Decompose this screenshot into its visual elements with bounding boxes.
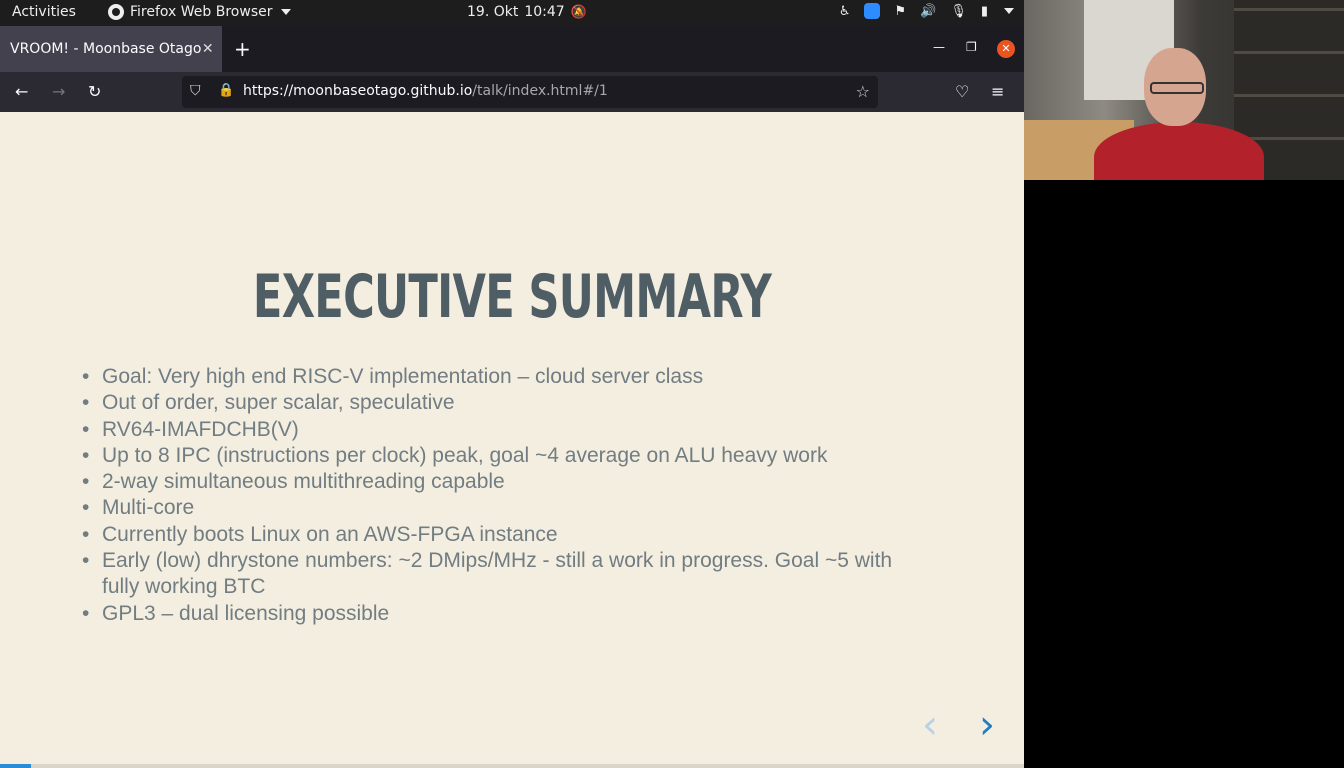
accessibility-icon[interactable]: ♿ bbox=[839, 4, 851, 19]
progress-fill bbox=[0, 764, 31, 768]
clock-date: 19. Okt bbox=[467, 4, 519, 20]
lock-icon[interactable]: 🔒 bbox=[218, 83, 234, 98]
firefox-icon bbox=[108, 4, 124, 20]
chevron-right-icon[interactable]: › bbox=[979, 702, 995, 748]
url-path: /talk/index.html#/1 bbox=[472, 83, 608, 99]
list-item: Currently boots Linux on an AWS-FPGA ins… bbox=[82, 522, 922, 549]
activities-button[interactable]: Activities bbox=[12, 4, 76, 20]
progress-bar bbox=[0, 764, 1024, 768]
system-tray[interactable]: ♿ ⚑ 🔊 🎙 ▮ bbox=[839, 3, 1014, 19]
star-icon[interactable]: ☆ bbox=[856, 82, 870, 101]
bell-off-icon: 🔕 bbox=[570, 4, 587, 20]
app-menu-label: Firefox Web Browser bbox=[130, 4, 273, 20]
forward-button[interactable]: → bbox=[52, 82, 65, 101]
list-item: 2-way simultaneous multithreading capabl… bbox=[82, 469, 922, 496]
navigation-toolbar: ← → ↻ ⛉ 🔒 https://moonbaseotago.github.i… bbox=[0, 72, 1024, 112]
list-item: Multi-core bbox=[82, 495, 922, 522]
clock[interactable]: 19. Okt 10:47 🔕 bbox=[467, 4, 587, 20]
webcam-presenter bbox=[1094, 40, 1264, 180]
app-menu[interactable]: Firefox Web Browser bbox=[108, 4, 291, 20]
clock-time: 10:47 bbox=[524, 4, 565, 20]
pocket-icon[interactable]: ♡ bbox=[955, 82, 969, 101]
shield-icon[interactable]: ⛉ bbox=[190, 83, 201, 99]
address-bar[interactable]: ⛉ 🔒 https://moonbaseotago.github.io/talk… bbox=[182, 76, 878, 108]
close-window-button[interactable]: ✕ bbox=[997, 40, 1015, 58]
tab-title: VROOM! - Moonbase Otago bbox=[10, 41, 202, 57]
back-button[interactable]: ← bbox=[15, 82, 28, 101]
list-item: GPL3 – dual licensing possible bbox=[82, 601, 922, 628]
tab-bar: VROOM! - Moonbase Otago ✕ + — ❐ ✕ bbox=[0, 26, 1024, 72]
maximize-button[interactable]: ❐ bbox=[966, 40, 977, 54]
presentation-slide: EXECUTIVE SUMMARY Goal: Very high end RI… bbox=[0, 112, 1024, 768]
minimize-button[interactable]: — bbox=[933, 40, 945, 54]
list-item: Goal: Very high end RISC-V implementatio… bbox=[82, 364, 922, 391]
list-item: Up to 8 IPC (instructions per clock) pea… bbox=[82, 443, 922, 470]
bullet-list: Goal: Very high end RISC-V implementatio… bbox=[82, 364, 922, 628]
list-item: Early (low) dhrystone numbers: ~2 DMips/… bbox=[82, 548, 922, 601]
network-icon[interactable]: ⚑ bbox=[894, 4, 906, 19]
system-menu-chevron-icon[interactable] bbox=[1004, 8, 1014, 14]
mic-icon[interactable]: 🎙 bbox=[950, 4, 967, 19]
system-top-bar: Activities Firefox Web Browser 19. Okt 1… bbox=[0, 0, 1024, 26]
chevron-down-icon bbox=[280, 9, 291, 15]
url-domain: https://moonbaseotago.github.io bbox=[243, 83, 473, 99]
chevron-left-icon[interactable]: ‹ bbox=[922, 702, 938, 748]
url-text[interactable]: https://moonbaseotago.github.io/talk/ind… bbox=[243, 83, 608, 99]
menu-icon[interactable]: ≡ bbox=[991, 82, 1004, 101]
webcam-video bbox=[1024, 0, 1344, 180]
volume-icon[interactable]: 🔊 bbox=[920, 4, 936, 19]
list-item: Out of order, super scalar, speculative bbox=[82, 390, 922, 417]
tab-close-icon[interactable]: ✕ bbox=[201, 41, 214, 57]
battery-icon[interactable]: ▮ bbox=[981, 4, 988, 19]
zoom-icon[interactable] bbox=[864, 3, 881, 19]
presenter-body bbox=[1094, 122, 1264, 180]
reload-button[interactable]: ↻ bbox=[88, 82, 101, 101]
slide-title: EXECUTIVE SUMMARY bbox=[252, 262, 772, 332]
new-tab-button[interactable]: + bbox=[234, 37, 251, 61]
presenter-glasses bbox=[1150, 82, 1204, 94]
list-item: RV64-IMAFDCHB(V) bbox=[82, 417, 922, 444]
tab-active[interactable]: VROOM! - Moonbase Otago ✕ bbox=[0, 26, 222, 72]
